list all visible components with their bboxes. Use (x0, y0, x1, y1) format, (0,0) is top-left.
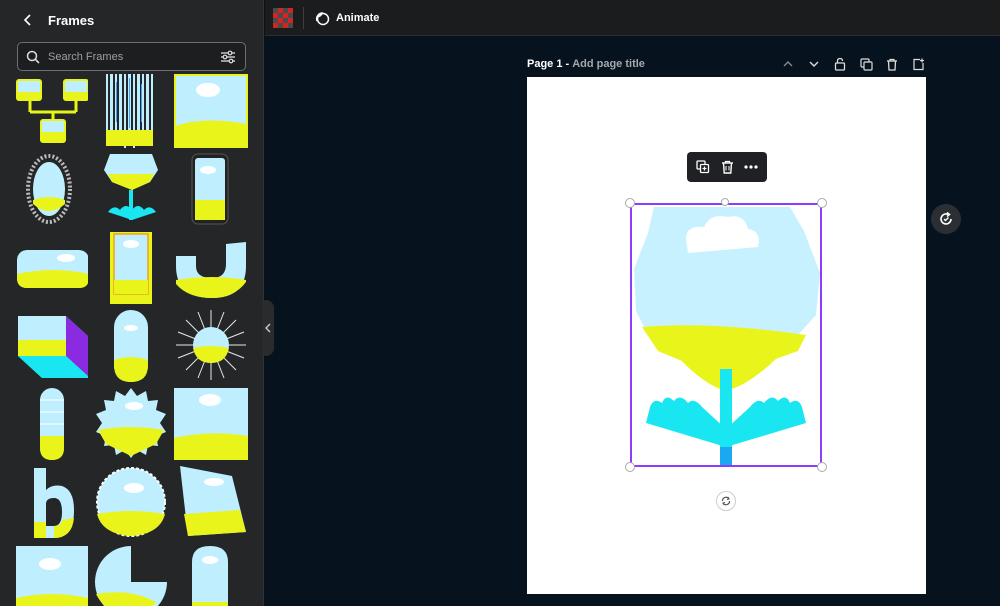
resize-handle-bottom-left[interactable] (625, 462, 635, 472)
frame-tile-stripes[interactable] (94, 74, 168, 148)
page-down-button[interactable] (805, 55, 823, 73)
search-input[interactable] (48, 50, 219, 63)
page-label: Page 1 - (527, 58, 570, 70)
duplicate-element-button[interactable] (693, 157, 713, 177)
frame-tile-trapezoid[interactable] (174, 464, 248, 538)
search-icon (26, 50, 40, 64)
duplicate-icon (859, 57, 873, 71)
panel-header: Frames (0, 0, 264, 40)
selection-toolbar (687, 152, 767, 182)
frame-tile-starburst[interactable] (174, 308, 248, 382)
frame-tile-pill[interactable] (94, 308, 168, 382)
back-button[interactable] (8, 0, 48, 40)
assistant-refresh-button[interactable] (931, 204, 961, 234)
canva-editor: Frames Search Frames Animate Page 1 - Ad… (0, 0, 1000, 606)
collapse-panel-handle[interactable] (262, 300, 274, 356)
lock-page-button[interactable] (831, 55, 849, 73)
frame-tile-letter-u[interactable] (174, 230, 248, 304)
frame-tile-ornate-oval[interactable] (14, 152, 88, 226)
resize-handle-top-left[interactable] (625, 198, 635, 208)
frame-tile-square-2[interactable] (174, 386, 248, 460)
frame-tile-rounded-wide[interactable] (14, 230, 88, 304)
page-header: Page 1 - Add page title (527, 55, 927, 73)
rotate-icon (721, 496, 731, 506)
more-options-button[interactable] (741, 157, 761, 177)
frame-tile-connected-boxes[interactable] (14, 74, 88, 148)
frame-tile-stacked-circles[interactable] (14, 386, 88, 460)
chevron-up-icon (783, 61, 793, 67)
trash-icon (887, 58, 897, 71)
frame-tile-arch[interactable] (174, 542, 248, 606)
duplicate-icon (696, 160, 710, 174)
duplicate-page-button[interactable] (857, 55, 875, 73)
selection-border (630, 203, 822, 467)
frames-grid (14, 74, 250, 606)
rotate-button[interactable] (716, 491, 736, 511)
animate-button[interactable]: Animate (314, 10, 379, 26)
checkerboard-icon (273, 7, 293, 28)
refresh-icon (940, 211, 952, 225)
toolbar-divider (303, 6, 304, 29)
chevron-left-icon (23, 14, 31, 26)
frame-tile-pie[interactable] (94, 542, 168, 606)
more-icon (744, 165, 758, 169)
resize-handle-top-right[interactable] (817, 198, 827, 208)
page-up-button[interactable] (779, 55, 797, 73)
trash-icon (721, 160, 733, 174)
frame-tile-flower[interactable] (94, 152, 168, 226)
animate-label: Animate (336, 11, 380, 24)
frame-tile-square-3[interactable] (14, 542, 88, 606)
page-title-input[interactable]: Add page title (572, 58, 645, 70)
resize-handle-top[interactable] (721, 198, 729, 206)
delete-element-button[interactable] (717, 157, 737, 177)
filter-button[interactable] (219, 48, 237, 66)
frame-tile-scalloped-circle[interactable] (94, 464, 168, 538)
delete-page-button[interactable] (883, 55, 901, 73)
chevron-down-icon (809, 61, 819, 67)
frame-tile-square[interactable] (174, 74, 248, 148)
editor-toolbar: Animate (265, 0, 1000, 36)
frame-tile-badge[interactable] (94, 386, 168, 460)
color-picker-button[interactable] (273, 7, 293, 28)
lock-icon (834, 57, 846, 71)
frame-tile-letter-b[interactable] (14, 464, 88, 538)
frame-tile-tall-rect[interactable] (94, 230, 168, 304)
page-tools (779, 55, 927, 73)
add-page-icon (912, 58, 924, 70)
frames-panel: Frames (0, 0, 264, 606)
panel-title: Frames (48, 12, 95, 28)
resize-handle-bottom-right[interactable] (817, 462, 827, 472)
animate-icon (315, 11, 330, 25)
frame-tile-phone[interactable] (174, 152, 248, 226)
search-box (17, 42, 246, 71)
add-page-button[interactable] (909, 55, 927, 73)
sliders-icon (221, 50, 235, 63)
frame-tile-cube[interactable] (14, 308, 88, 382)
collapse-chevron-icon (265, 323, 271, 333)
